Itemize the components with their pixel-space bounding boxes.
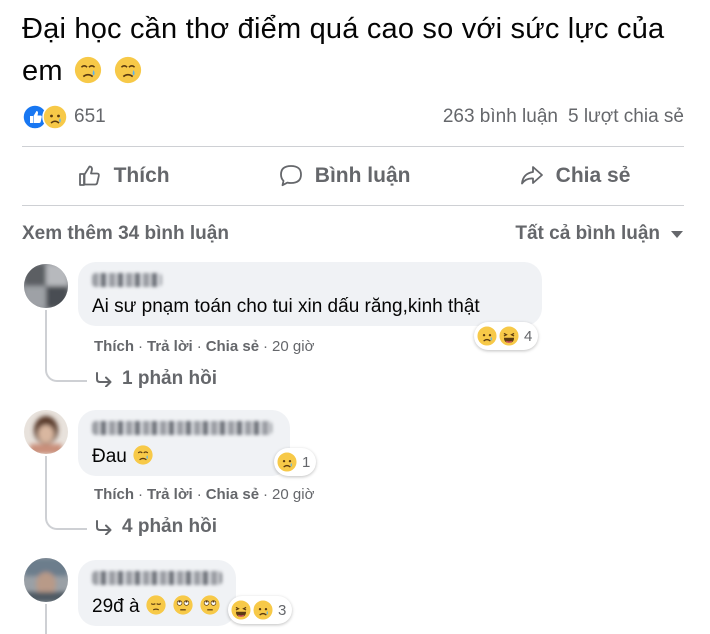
pensive-face-emoji-icon [146,595,166,615]
blurred-author-name[interactable] [92,421,272,435]
comment-like-link[interactable]: Thích [94,486,134,503]
comment-reply-link[interactable]: Trả lời [147,338,193,355]
comment-meta: Thích · Trả lời · Chia sẻ · 20 giờ [94,486,315,503]
comment-filter-dropdown[interactable]: Tất cả bình luận [515,223,684,245]
sad-reaction-icon [476,325,498,347]
comment-like-link[interactable]: Thích [94,338,134,355]
avatar[interactable] [24,410,68,454]
blurred-avatar-image [24,410,68,454]
reply-count: 4 phản hồi [122,516,217,537]
post-stats: 651 263 bình luận 5 lượt chia sẻ [22,100,684,134]
comment-meta: Thích · Trả lời · Chia sẻ · 20 giờ [94,338,315,355]
comment-reactions[interactable]: 1 [274,448,317,476]
view-replies-link[interactable]: 1 phản hồi [94,368,217,390]
caret-down-icon [671,231,683,238]
share-count-link[interactable]: 5 lượt chia sẻ [568,106,684,128]
comment-share-link[interactable]: Chia sẻ [206,486,259,503]
reaction-summary[interactable]: 651 [22,104,106,130]
avatar[interactable] [24,264,68,308]
crying-face-emoji-icon [115,56,142,84]
avatar[interactable] [24,558,68,602]
comment-bubble: Đau [78,410,290,476]
share-button[interactable]: Chia sẻ [494,156,655,196]
rolling-eyes-emoji-icon [173,595,193,615]
rolling-eyes-emoji-icon [200,595,221,615]
comment-label: Bình luận [314,164,411,187]
comment-bubble: Ai sư pnạm toán cho tui xin dấu răng,kin… [78,262,542,326]
thread-line [45,604,47,634]
reply-arrow-icon [96,520,112,535]
comment-text: 29đ à [92,594,222,618]
comment-text: Đau [92,444,276,468]
haha-reaction-icon [230,599,252,621]
thread-connector [45,360,87,382]
crying-face-emoji-icon [74,56,102,84]
comment-reactions[interactable]: 3 [228,596,293,624]
blurred-author-name[interactable] [92,273,162,287]
comments-header: Xem thêm 34 bình luận Tất cả bình luận [22,218,684,250]
reaction-count: 651 [74,106,106,127]
comment-reply-link[interactable]: Trả lời [147,486,193,503]
comment-filter-label: Tất cả bình luận [515,223,660,244]
sad-reaction-icon [276,451,298,473]
view-more-comments-link[interactable]: Xem thêm 34 bình luận [22,223,229,245]
comment-reaction-count: 4 [524,327,533,345]
like-label: Thích [113,164,170,187]
share-label: Chia sẻ [555,164,631,187]
comment-button[interactable]: Bình luận [253,156,435,196]
blurred-author-name[interactable] [92,571,222,585]
comment-reactions[interactable]: 4 [474,322,539,350]
comment-text-content: 29đ à [92,596,140,617]
divider [22,146,684,147]
sad-reaction-icon [42,104,68,130]
post-actions: Thích Bình luận Chia sẻ [22,150,684,202]
blurred-avatar-image [24,264,68,308]
thread-connector [45,508,87,530]
divider [22,205,684,206]
haha-reaction-icon [498,325,520,347]
comment-share-link[interactable]: Chia sẻ [206,338,259,355]
like-button[interactable]: Thích [52,156,194,196]
thread-line [45,456,47,516]
speech-bubble-icon [279,165,302,187]
blurred-avatar-image [24,558,68,602]
post-text: Đại học cần thơ điểm quá cao so với sức … [22,8,692,92]
facebook-post: Đại học cần thơ điểm quá cao so với sức … [0,0,710,634]
share-arrow-icon [520,166,543,185]
comment-text-content: Đau [92,446,127,467]
comment-reaction-count: 1 [302,453,311,471]
thumbs-up-icon [78,165,100,186]
reply-count: 1 phản hồi [122,368,217,389]
comment-text: Ai sư pnạm toán cho tui xin dấu răng,kin… [92,296,480,317]
comment-reaction-count: 3 [278,601,287,619]
comment-bubble: 29đ à [78,560,236,626]
sad-reaction-icon [252,599,274,621]
reply-arrow-icon [96,372,112,387]
comment-timestamp[interactable]: 20 giờ [272,338,314,355]
comment-count-link[interactable]: 263 bình luận [443,106,558,128]
crying-face-emoji-icon [133,445,153,465]
view-replies-link[interactable]: 4 phản hồi [94,516,217,538]
comment-timestamp[interactable]: 20 giờ [272,486,314,503]
